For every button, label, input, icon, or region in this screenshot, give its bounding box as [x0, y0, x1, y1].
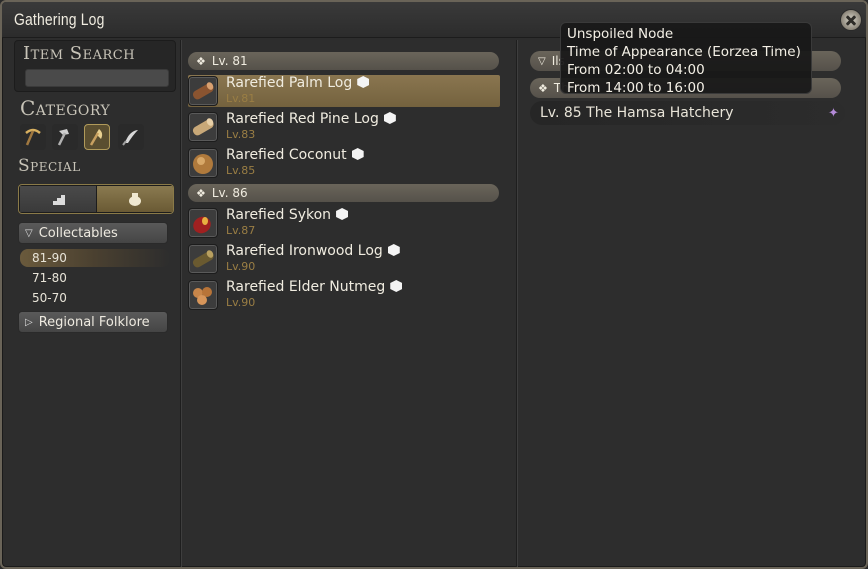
item-level: Lv.90 [226, 296, 256, 309]
special-toggle [18, 184, 174, 214]
stair-icon [51, 195, 65, 205]
close-icon[interactable] [840, 9, 862, 31]
item-name: Rarefied Red Pine Log [226, 111, 396, 127]
item-name: Rarefied Sykon [226, 207, 349, 223]
item-search-label: Item Search [23, 43, 136, 64]
log-icon [188, 76, 218, 106]
chevron-down-icon: ▽ [538, 55, 546, 67]
collectables-button[interactable]: ▽ Collectables [18, 222, 168, 244]
item-level: Lv.83 [226, 128, 256, 141]
item-level: Lv.85 [226, 164, 256, 177]
window-title: Gathering Log [14, 10, 105, 29]
group-header-lv81[interactable]: ❖ Lv. 81 [188, 52, 499, 70]
level-filter-71-80[interactable]: 71-80 [20, 269, 170, 287]
group-header-lv86[interactable]: ❖ Lv. 86 [188, 184, 499, 202]
special-option-stair[interactable] [20, 186, 96, 212]
collectables-label: Collectables [38, 225, 118, 241]
item-name: Rarefied Elder Nutmeg [226, 279, 403, 295]
level-filter-50-70[interactable]: 50-70 [20, 289, 170, 307]
fruit-icon [188, 208, 218, 238]
regional-folklore-label: Regional Folklore [38, 314, 150, 330]
collectable-cube-icon [383, 112, 396, 124]
sickle-icon[interactable] [118, 124, 144, 150]
search-input[interactable] [25, 69, 169, 87]
diamond-icon: ❖ [538, 81, 548, 95]
item-row-rarefied-sykon[interactable]: Rarefied Sykon Lv.87 [188, 207, 500, 239]
collectable-cube-icon [336, 208, 349, 220]
level-filter-81-90[interactable]: 81-90 [20, 249, 170, 267]
log-icon [188, 244, 218, 274]
pickaxe-icon[interactable] [20, 124, 46, 150]
regional-folklore-button[interactable]: ▷ Regional Folklore [18, 311, 168, 333]
collectable-cube-icon [390, 280, 403, 292]
column-divider [180, 40, 182, 567]
special-option-bag[interactable] [97, 186, 173, 212]
tooltip-title: Unspoiled Node [567, 26, 674, 42]
hatchet-icon[interactable] [84, 124, 110, 150]
coconut-icon [188, 148, 218, 178]
hammer-icon[interactable] [52, 124, 78, 150]
item-row-rarefied-elder-nutmeg[interactable]: Rarefied Elder Nutmeg Lv.90 [188, 279, 500, 311]
node-row-hamsa-hatchery[interactable]: Lv. 85 The Hamsa Hatchery [530, 101, 845, 125]
node-tooltip: Unspoiled Node Time of Appearance (Eorze… [560, 22, 812, 96]
item-level: Lv.81 [226, 92, 256, 105]
sparkle-icon: ✦ [828, 106, 839, 121]
item-name: Rarefied Palm Log [226, 75, 370, 91]
gathering-log-window: Gathering Log Item Search Category Speci… [0, 0, 868, 569]
collectable-cube-icon [351, 148, 364, 160]
column-divider [516, 40, 518, 567]
item-name: Rarefied Coconut [226, 147, 364, 163]
tooltip-line: From 14:00 to 16:00 [567, 80, 705, 96]
item-level: Lv.90 [226, 260, 256, 273]
collectable-cube-icon [387, 244, 400, 256]
item-row-rarefied-ironwood-log[interactable]: Rarefied Ironwood Log Lv.90 [188, 243, 500, 275]
nutmeg-icon [188, 280, 218, 310]
chevron-down-icon: ▽ [25, 227, 33, 239]
category-label: Category [20, 96, 111, 120]
item-row-rarefied-palm-log[interactable]: Rarefied Palm Log Lv.81 [188, 75, 500, 107]
item-name: Rarefied Ironwood Log [226, 243, 400, 259]
item-row-rarefied-coconut[interactable]: Rarefied Coconut Lv.85 [188, 147, 500, 179]
log-icon [188, 112, 218, 142]
chevron-right-icon: ▷ [25, 316, 33, 328]
item-level: Lv.87 [226, 224, 256, 237]
diamond-icon: ❖ [196, 186, 206, 200]
tooltip-line: From 02:00 to 04:00 [567, 62, 705, 78]
collectable-cube-icon [357, 76, 370, 88]
bag-icon [129, 193, 141, 206]
item-search-panel: Item Search [14, 40, 176, 92]
diamond-icon: ❖ [196, 54, 206, 68]
tooltip-line: Time of Appearance (Eorzea Time) [567, 44, 801, 60]
special-label: Special [18, 156, 81, 176]
item-row-rarefied-red-pine-log[interactable]: Rarefied Red Pine Log Lv.83 [188, 111, 500, 143]
